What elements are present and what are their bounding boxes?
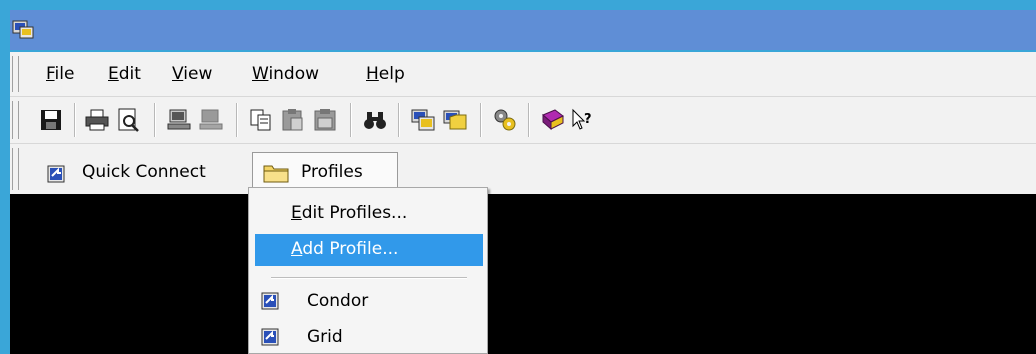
- edit-profiles-accel: E: [291, 203, 302, 223]
- menu-file-accel: F: [46, 64, 55, 84]
- menubar-grip[interactable]: [12, 56, 19, 92]
- menu-edit-label: dit: [118, 64, 141, 84]
- menu-file-label: ile: [54, 64, 75, 84]
- disconnect-icon[interactable]: [198, 107, 224, 133]
- toolbar-separator: [74, 103, 76, 137]
- svg-text:?: ?: [584, 112, 592, 127]
- menu-edit-accel: E: [108, 64, 119, 84]
- menu-view-accel: V: [172, 64, 184, 84]
- session-options-icon[interactable]: [410, 107, 436, 133]
- edit-profiles-text: dit Profiles...: [301, 203, 408, 223]
- add-profile-text: dd Profile...: [302, 239, 399, 259]
- toolbar-separator: [528, 103, 530, 137]
- save-icon[interactable]: [38, 107, 64, 133]
- menu-help-label: elp: [378, 64, 405, 84]
- menu-item-edit-profiles-label: Edit Profiles...: [291, 203, 407, 223]
- paste-icon[interactable]: [280, 107, 306, 133]
- add-profile-accel: A: [291, 239, 303, 259]
- app-window: File Edit View Window Help ? Quick Conne…: [0, 0, 1036, 354]
- toolbar-separator: [398, 103, 400, 137]
- toolbar-separator: [154, 103, 156, 137]
- menu-help[interactable]: Help: [366, 64, 405, 84]
- toolbar-separator: [480, 103, 482, 137]
- menu-window[interactable]: Window: [252, 64, 319, 84]
- global-options-icon[interactable]: [442, 107, 468, 133]
- menu-item-profile-grid[interactable]: Grid: [255, 322, 483, 354]
- whats-this-icon[interactable]: ?: [570, 107, 596, 133]
- menu-item-profile-condor[interactable]: Condor: [255, 286, 483, 318]
- menu-help-accel: H: [366, 64, 379, 84]
- profiles-button-label: Profiles: [301, 162, 363, 182]
- profile-icon: [261, 328, 279, 346]
- menu-item-add-profile-label: Add Profile...: [291, 239, 398, 259]
- menu-separator: [271, 277, 467, 279]
- connect-icon[interactable]: [166, 107, 192, 133]
- help-book-icon[interactable]: [540, 107, 566, 133]
- menu-item-edit-profiles[interactable]: Edit Profiles...: [255, 198, 483, 230]
- toolbar-grip[interactable]: [12, 101, 19, 139]
- keymap-icon[interactable]: [492, 107, 518, 133]
- menu-item-add-profile[interactable]: Add Profile...: [255, 234, 483, 266]
- menu-edit[interactable]: Edit: [108, 64, 141, 84]
- profile-icon: [261, 292, 279, 310]
- profiles-dropdown-menu: Edit Profiles... Add Profile... Condor G…: [248, 187, 488, 354]
- folder-icon: [263, 165, 289, 183]
- profile-label: Condor: [307, 291, 369, 311]
- quick-connect-icon[interactable]: [46, 164, 68, 184]
- menu-file[interactable]: File: [46, 64, 74, 84]
- profile-label: Grid: [307, 327, 343, 347]
- toolbar: ?: [10, 97, 1036, 144]
- menu-bar: File Edit View Window Help: [10, 52, 1036, 97]
- toolbar-separator: [350, 103, 352, 137]
- menu-window-label: indow: [268, 64, 320, 84]
- toolbar-separator: [236, 103, 238, 137]
- menu-window-accel: W: [252, 64, 269, 84]
- find-icon[interactable]: [362, 107, 388, 133]
- print-preview-icon[interactable]: [116, 107, 142, 133]
- quick-connect-label[interactable]: Quick Connect: [82, 162, 206, 182]
- paste-special-icon[interactable]: [312, 107, 338, 133]
- profiles-button[interactable]: Profiles: [252, 152, 398, 188]
- menu-view[interactable]: View: [172, 64, 212, 84]
- app-icon: [12, 20, 34, 39]
- terminal-area[interactable]: [10, 194, 1036, 354]
- title-bar: [10, 10, 1036, 50]
- copy-icon[interactable]: [248, 107, 274, 133]
- connect-bar: Quick Connect Profiles: [10, 144, 1036, 194]
- connectbar-grip[interactable]: [12, 148, 19, 190]
- print-icon[interactable]: [84, 107, 110, 133]
- menu-view-label: iew: [183, 64, 213, 84]
